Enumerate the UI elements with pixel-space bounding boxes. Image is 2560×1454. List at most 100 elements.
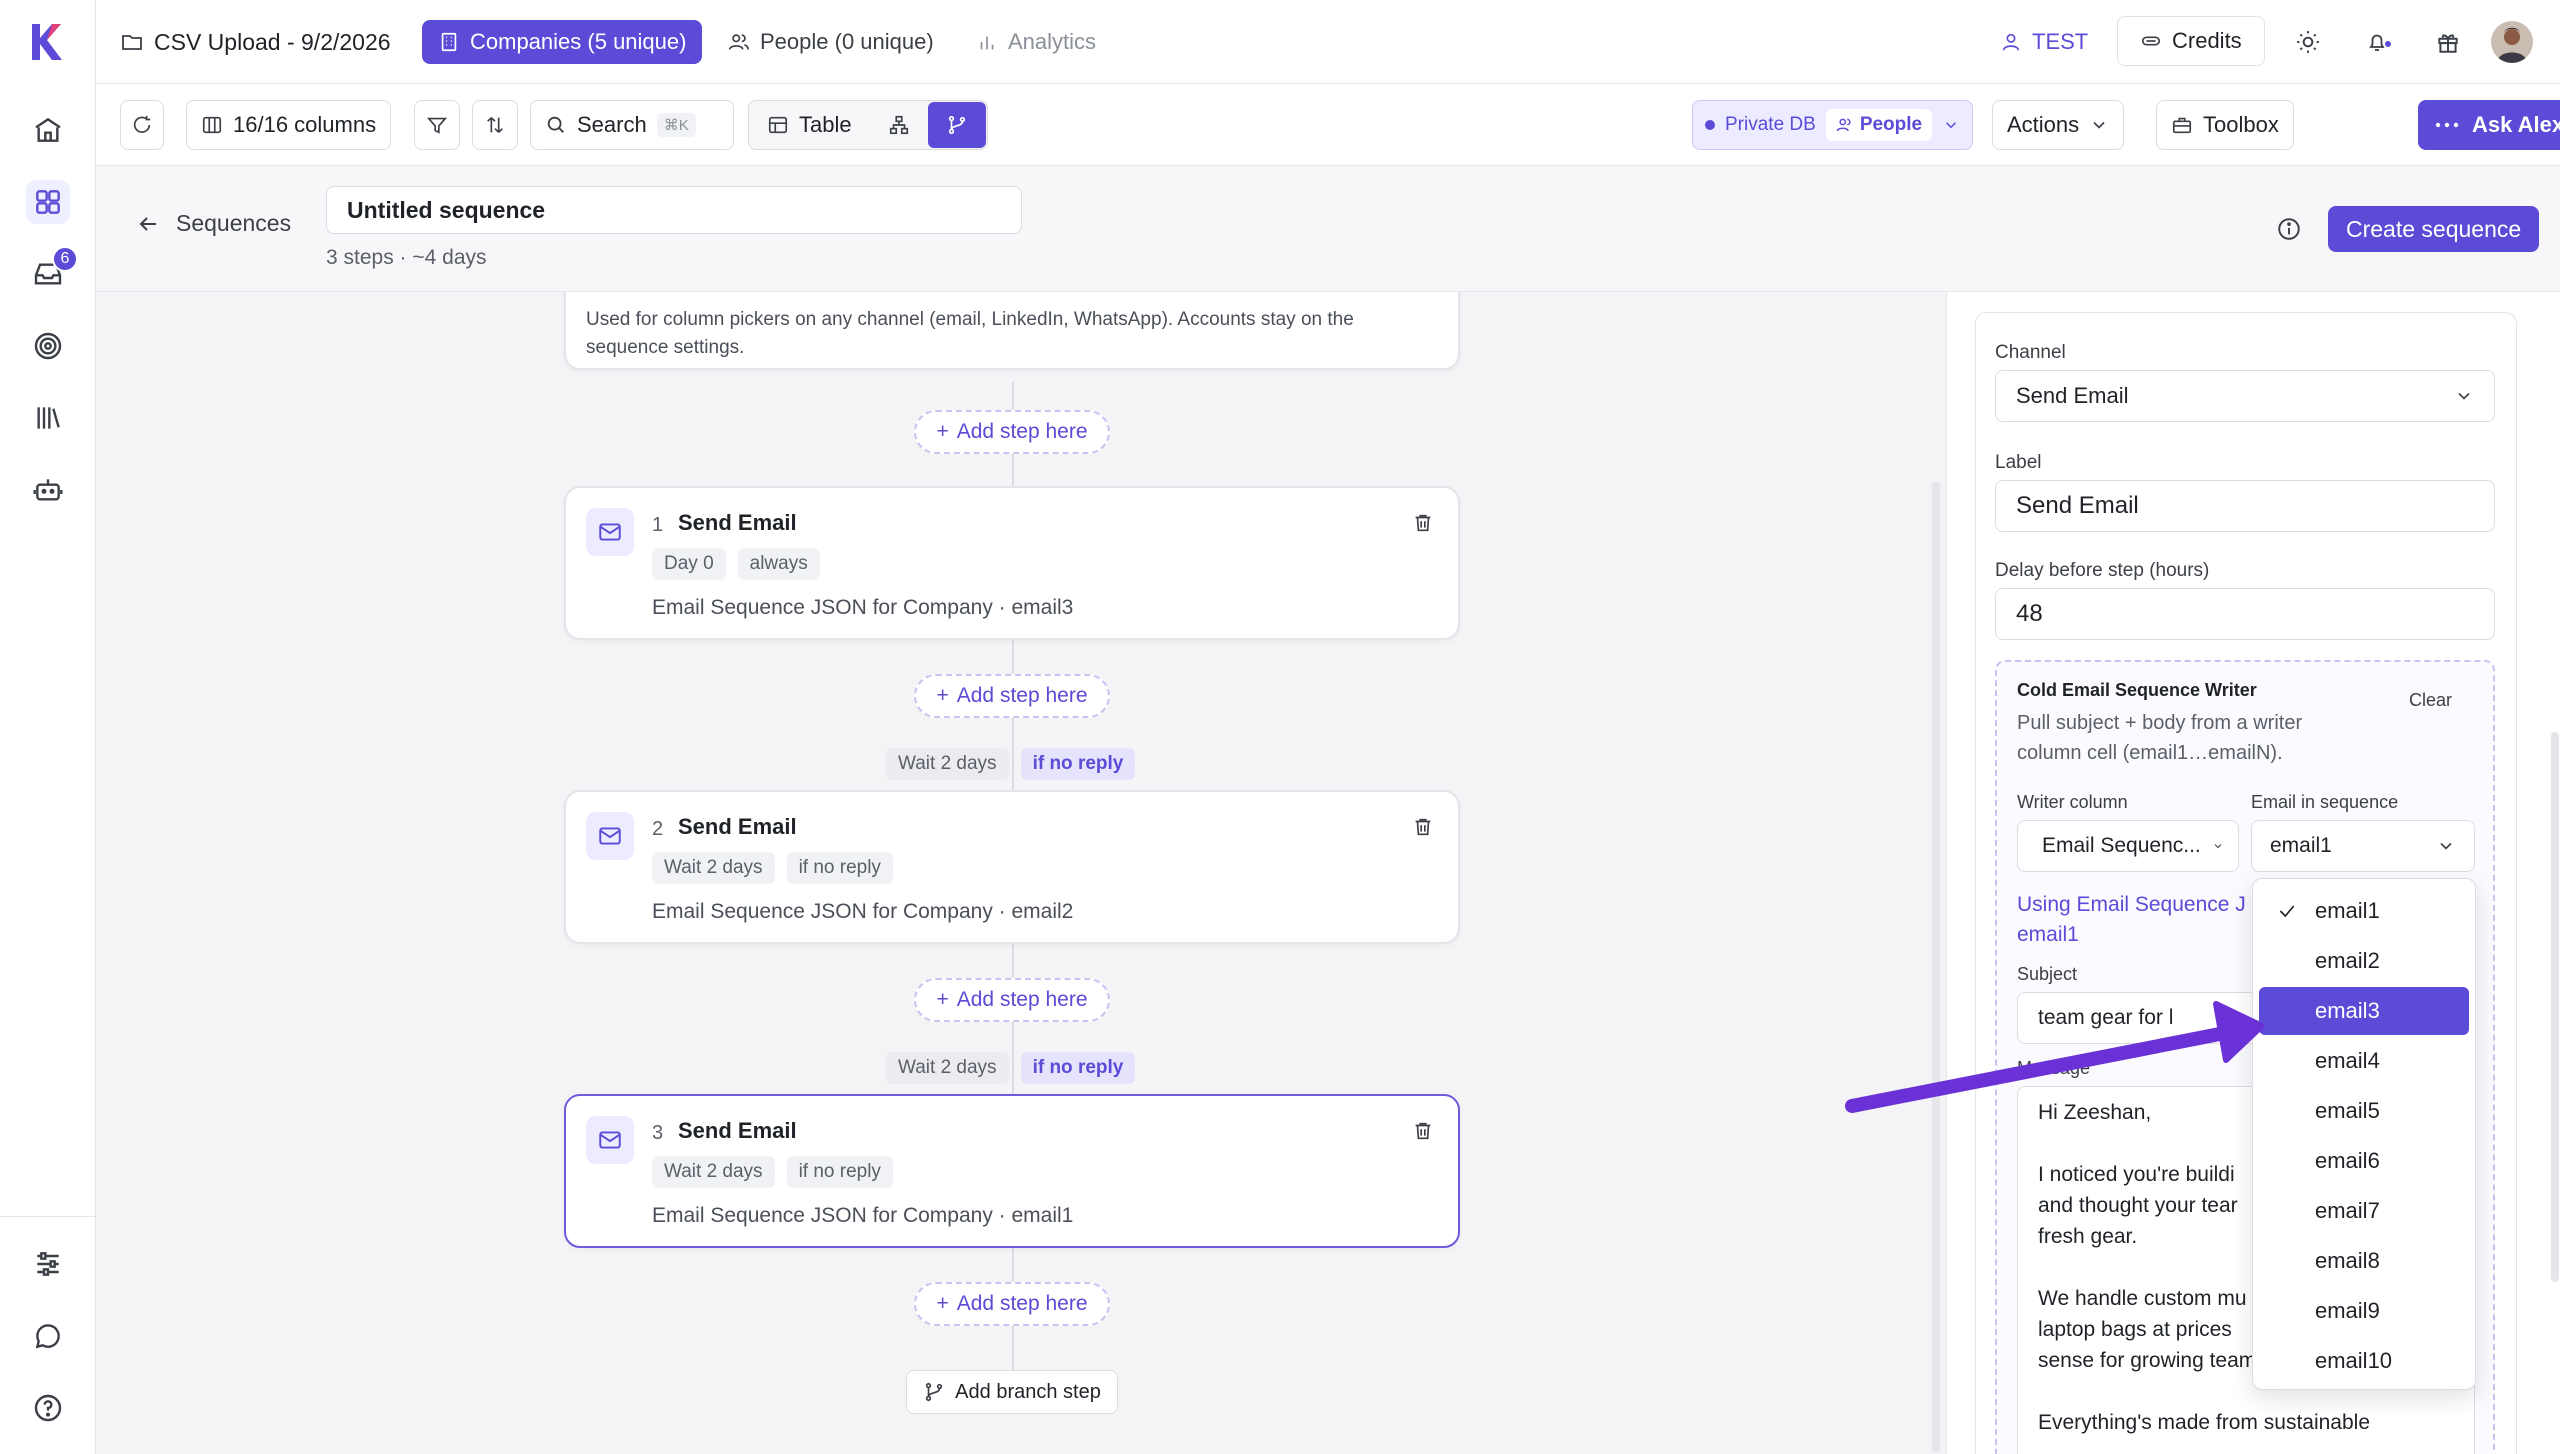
sort-button[interactable] bbox=[472, 100, 518, 150]
actions-button[interactable]: Actions bbox=[1992, 100, 2125, 150]
label-input[interactable]: Send Email bbox=[1995, 480, 2495, 532]
panel-scrollbar[interactable] bbox=[2551, 732, 2559, 1282]
step-condition-chip: if no reply bbox=[786, 852, 893, 884]
users-icon bbox=[1836, 118, 1851, 132]
target-icon[interactable] bbox=[26, 324, 70, 368]
add-step-button[interactable]: + Add step here bbox=[914, 674, 1110, 718]
tab-people[interactable]: People (0 unique) bbox=[714, 20, 948, 64]
app-logo[interactable] bbox=[28, 22, 64, 62]
email-in-seq-value: email1 bbox=[2270, 834, 2332, 857]
sun-icon[interactable] bbox=[2286, 20, 2330, 64]
step-chips: Wait 2 days if no reply bbox=[652, 852, 893, 884]
add-step-button[interactable]: + Add step here bbox=[914, 978, 1110, 1022]
canvas-scrollbar[interactable] bbox=[1932, 482, 1940, 1452]
step-chips: Day 0 always bbox=[652, 548, 820, 580]
option-email8[interactable]: email8 bbox=[2259, 1237, 2469, 1285]
chat-icon[interactable] bbox=[26, 1314, 70, 1358]
option-label: email1 bbox=[2315, 898, 2380, 923]
email-in-seq-select[interactable]: email1 bbox=[2251, 820, 2475, 872]
avatar[interactable] bbox=[2490, 20, 2534, 64]
file-title[interactable]: CSV Upload - 9/2/2026 bbox=[120, 20, 391, 64]
option-email5[interactable]: email5 bbox=[2259, 1087, 2469, 1135]
home-icon[interactable] bbox=[26, 108, 70, 152]
step-card-3[interactable]: 3 Send Email Wait 2 days if no reply Ema… bbox=[564, 1094, 1460, 1248]
trash-icon[interactable] bbox=[1412, 1120, 1434, 1142]
trash-icon[interactable] bbox=[1412, 512, 1434, 534]
ask-alex-button[interactable]: Ask Alex AI bbox=[2418, 100, 2560, 150]
workspace-switcher[interactable]: TEST bbox=[2000, 20, 2088, 64]
option-email2[interactable]: email2 bbox=[2259, 937, 2469, 985]
tab-people-label: People (0 unique) bbox=[760, 29, 934, 54]
add-branch-label: Add branch step bbox=[955, 1380, 1101, 1403]
using-note-line: email1 bbox=[2017, 923, 2079, 946]
view-table[interactable]: Table bbox=[749, 101, 870, 149]
option-email1[interactable]: email1 bbox=[2259, 887, 2469, 935]
rail-divider bbox=[0, 1216, 96, 1217]
add-step-button[interactable]: + Add step here bbox=[914, 410, 1110, 454]
option-label: email7 bbox=[2315, 1198, 2380, 1223]
search-label: Search bbox=[577, 112, 647, 137]
trash-icon[interactable] bbox=[1412, 816, 1434, 838]
sliders-icon[interactable] bbox=[26, 1242, 70, 1286]
back-label: Sequences bbox=[176, 210, 292, 236]
credits-button[interactable]: Credits bbox=[2117, 16, 2265, 66]
tab-companies-label: Companies (5 unique) bbox=[470, 29, 687, 54]
no-reply-chip: if no reply bbox=[1020, 1052, 1136, 1084]
create-sequence-button[interactable]: Create sequence bbox=[2328, 206, 2540, 252]
option-email7[interactable]: email7 bbox=[2259, 1187, 2469, 1235]
option-label: email5 bbox=[2315, 1098, 2380, 1123]
view-sequence[interactable] bbox=[927, 102, 986, 148]
back-to-sequences[interactable]: Sequences bbox=[136, 210, 291, 237]
option-label: email6 bbox=[2315, 1148, 2380, 1173]
add-branch-step-button[interactable]: Add branch step bbox=[906, 1370, 1118, 1414]
sequence-header: Sequences Untitled sequence 3 steps · ~4… bbox=[96, 166, 2560, 292]
step-source: Email Sequence JSON for Company · email1 bbox=[652, 1204, 1074, 1227]
add-step-button[interactable]: + Add step here bbox=[914, 1282, 1110, 1326]
writer-column-select[interactable]: Email Sequenc... bbox=[2017, 820, 2239, 872]
branch-icon bbox=[926, 1382, 943, 1402]
step-delay-chip: Wait 2 days bbox=[652, 852, 775, 884]
wait-chip: Wait 2 days bbox=[886, 1052, 1009, 1084]
grid-icon[interactable] bbox=[26, 180, 70, 224]
private-db-selector[interactable]: Private DB People bbox=[1692, 100, 1974, 150]
file-title-text: CSV Upload - 9/2/2026 bbox=[154, 28, 391, 55]
view-table-label: Table bbox=[799, 112, 852, 137]
actions-label: Actions bbox=[2007, 112, 2080, 137]
columns-button[interactable]: 16/16 columns bbox=[186, 100, 392, 150]
help-icon[interactable] bbox=[26, 1386, 70, 1430]
coins-icon bbox=[2141, 36, 2161, 46]
search-button[interactable]: Search ⌘K bbox=[530, 100, 734, 150]
folder-icon bbox=[122, 35, 142, 50]
user-icon bbox=[2002, 33, 2020, 51]
tab-analytics[interactable]: Analytics bbox=[976, 20, 1096, 64]
filter-button[interactable] bbox=[414, 100, 460, 150]
library-icon[interactable] bbox=[26, 396, 70, 440]
option-email10[interactable]: email10 bbox=[2259, 1337, 2469, 1385]
step-card-2[interactable]: 2 Send Email Wait 2 days if no reply Ema… bbox=[564, 790, 1460, 944]
users-icon bbox=[729, 34, 749, 50]
step-card-1[interactable]: 1 Send Email Day 0 always Email Sequence… bbox=[564, 486, 1460, 640]
add-step-label: Add step here bbox=[956, 1292, 1088, 1315]
sequence-name-input[interactable]: Untitled sequence bbox=[326, 186, 1022, 234]
tab-companies[interactable]: Companies (5 unique) bbox=[422, 20, 703, 64]
plus-icon: + bbox=[936, 1292, 949, 1315]
option-email4[interactable]: email4 bbox=[2259, 1037, 2469, 1085]
toolbox-button[interactable]: Toolbox bbox=[2156, 100, 2294, 150]
info-icon[interactable] bbox=[2276, 216, 2302, 242]
writer-desc: Pull subject + body from a writer column… bbox=[2017, 708, 2302, 768]
bell-icon[interactable] bbox=[2358, 20, 2402, 64]
gift-icon[interactable] bbox=[2426, 20, 2470, 64]
option-email6[interactable]: email6 bbox=[2259, 1137, 2469, 1185]
inbox-badge: 6 bbox=[52, 246, 78, 272]
view-hierarchy[interactable] bbox=[870, 101, 928, 149]
bot-icon[interactable] bbox=[26, 468, 70, 512]
step-delay-chip: Day 0 bbox=[652, 548, 726, 580]
option-email3[interactable]: email3 bbox=[2259, 987, 2469, 1035]
hierarchy-icon bbox=[889, 115, 908, 135]
refresh-button[interactable] bbox=[120, 100, 164, 150]
clear-button[interactable]: Clear bbox=[2409, 690, 2452, 711]
channel-select[interactable]: Send Email bbox=[1995, 370, 2495, 422]
delay-input[interactable]: 48 bbox=[1995, 588, 2495, 640]
subject-label: Subject bbox=[2017, 964, 2078, 984]
option-email9[interactable]: email9 bbox=[2259, 1287, 2469, 1335]
